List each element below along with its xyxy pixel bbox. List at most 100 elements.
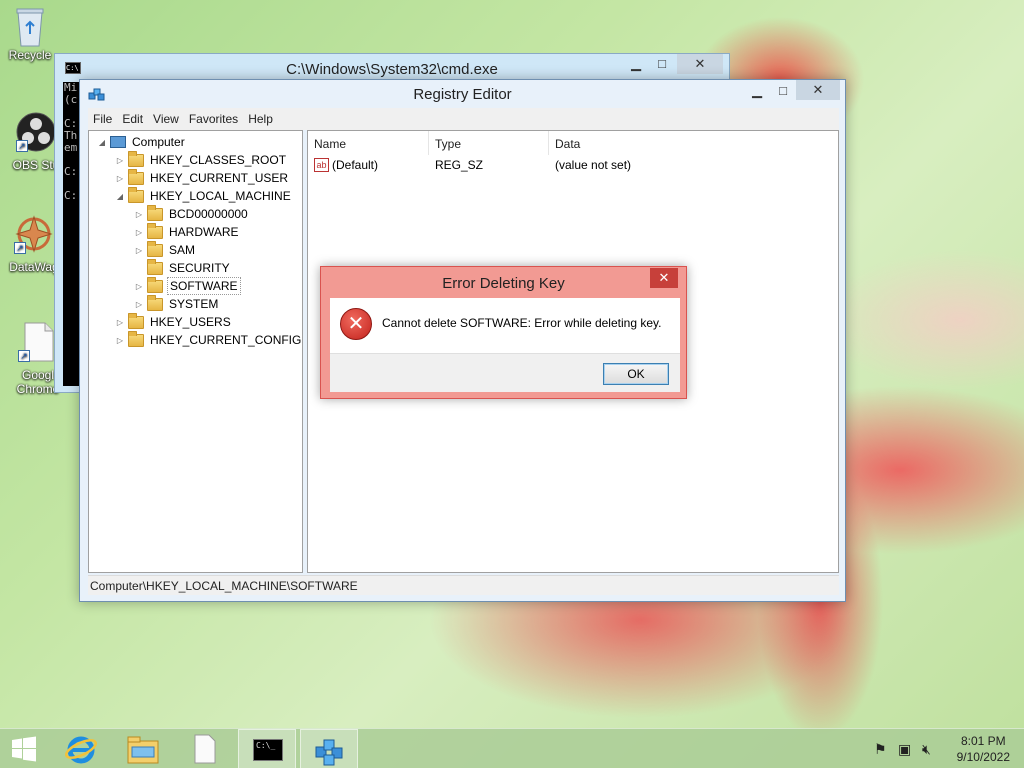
tree-node-software[interactable]: ▷ SOFTWARE — [134, 276, 241, 295]
value-name: (Default) — [332, 158, 379, 172]
string-value-icon: ab — [314, 158, 329, 172]
shortcut-arrow-icon: ↗ — [16, 140, 28, 152]
column-header-name[interactable]: Name — [308, 131, 429, 155]
tree-label: SYSTEM — [169, 297, 219, 311]
dialog-content: ✕ Cannot delete SOFTWARE: Error while de… — [330, 298, 680, 353]
blank-app-button[interactable] — [176, 729, 234, 768]
clock-time: 8:01 PM — [960, 734, 1006, 748]
tree-label: HKEY_CLASSES_ROOT — [150, 153, 287, 167]
open-folder-icon — [128, 186, 144, 203]
menu-edit[interactable]: Edit — [117, 108, 148, 126]
volume-muted-icon[interactable]: 🔇︎ — [922, 741, 931, 758]
status-bar: Computer\HKEY_LOCAL_MACHINE\SOFTWARE — [88, 575, 839, 595]
regedit-maximize-button[interactable]: □ — [770, 83, 796, 103]
folder-icon — [128, 330, 144, 347]
datawagon-logo: ↗ — [14, 214, 54, 254]
cmd-close-button[interactable]: ✕ — [677, 54, 723, 74]
ok-button[interactable]: OK — [603, 363, 669, 385]
tree-label: HKEY_USERS — [150, 315, 231, 329]
recycle-bin-label: Recycle — [8, 48, 52, 62]
expand-arrow-icon[interactable]: ▷ — [134, 246, 144, 255]
status-path: Computer\HKEY_LOCAL_MACHINE\SOFTWARE — [90, 579, 358, 593]
expand-arrow-icon[interactable]: ▷ — [134, 300, 144, 309]
tree-node-hku[interactable]: ▷ HKEY_USERS — [115, 312, 233, 331]
tree-node-hkcc[interactable]: ▷ HKEY_CURRENT_CONFIG — [115, 330, 302, 349]
menu-help[interactable]: Help — [243, 108, 278, 126]
cmd-taskbar-button[interactable]: C:\_ — [238, 729, 296, 768]
expand-arrow-icon[interactable]: ▷ — [134, 210, 144, 219]
regedit-minimize-button[interactable]: ▁ — [744, 83, 770, 103]
menu-favorites[interactable]: Favorites — [184, 108, 243, 126]
tree-label: HKEY_CURRENT_USER — [150, 171, 289, 185]
error-icon: ✕ — [340, 308, 372, 340]
folder-icon — [147, 222, 163, 239]
tree-node-bcd[interactable]: ▷ BCD00000000 — [134, 204, 250, 223]
recycle-bin-image — [10, 6, 50, 47]
folder-icon — [128, 312, 144, 329]
tree-label: BCD00000000 — [169, 207, 248, 221]
value-type: REG_SZ — [435, 158, 484, 172]
tree-label: SAM — [169, 243, 196, 257]
table-row[interactable]: ab (Default) REG_SZ (value not set) — [314, 157, 834, 175]
file-explorer-button[interactable] — [114, 729, 172, 768]
regedit-taskbar-button[interactable] — [300, 729, 358, 768]
tree-node-sam[interactable]: ▷ SAM — [134, 240, 197, 259]
cmd-titlebar[interactable]: C:\ C:\Windows\System32\cmd.exe ▁ □ ✕ — [55, 54, 729, 82]
folder-icon — [128, 168, 144, 185]
tree-label: Computer — [132, 135, 185, 149]
recycle-bin-icon[interactable]: Recycle — [0, 6, 62, 62]
windows-logo-icon — [12, 736, 36, 762]
error-message: Cannot delete SOFTWARE: Error while dele… — [382, 316, 662, 330]
tree-node-hkcu[interactable]: ▷ HKEY_CURRENT_USER — [115, 168, 290, 187]
collapse-arrow-icon[interactable]: ◢ — [115, 192, 125, 201]
regedit-titlebar[interactable]: Registry Editor ▁ □ ✕ — [80, 80, 845, 108]
expand-arrow-icon[interactable]: ▷ — [115, 336, 125, 345]
taskbar: C:\_ ⚑ ▣ 🔇︎ 8:01 PM 9/10/2022 — [0, 728, 1024, 768]
file-explorer-icon — [127, 736, 159, 764]
dialog-title: Error Deleting Key — [442, 275, 565, 292]
expand-arrow-icon[interactable]: ▷ — [134, 282, 144, 291]
column-header-data[interactable]: Data — [549, 131, 838, 155]
computer-icon — [110, 136, 126, 148]
folder-icon — [147, 294, 163, 311]
menu-bar: File Edit View Favorites Help — [88, 108, 839, 130]
shortcut-arrow-icon: ↗ — [14, 242, 26, 254]
collapse-arrow-icon[interactable]: ◢ — [97, 138, 107, 147]
action-center-flag-icon[interactable]: ⚑ — [874, 741, 887, 758]
value-data: (value not set) — [555, 158, 632, 172]
start-button[interactable] — [0, 729, 48, 768]
folder-icon — [128, 150, 144, 167]
expand-arrow-icon[interactable]: ▷ — [115, 174, 125, 183]
blank-document-icon — [194, 734, 216, 764]
cmd-taskbar-icon: C:\_ — [253, 739, 283, 761]
folder-icon — [147, 276, 163, 293]
clock[interactable]: 8:01 PM 9/10/2022 — [957, 733, 1010, 765]
regedit-close-button[interactable]: ✕ — [796, 80, 840, 100]
regedit-icon — [315, 739, 343, 766]
tree-node-hardware[interactable]: ▷ HARDWARE — [134, 222, 241, 241]
cmd-maximize-button[interactable]: □ — [649, 56, 675, 76]
menu-view[interactable]: View — [148, 108, 184, 126]
tree-label: HKEY_CURRENT_CONFIG — [150, 333, 302, 347]
tree-label: HARDWARE — [169, 225, 239, 239]
expand-arrow-icon[interactable]: ▷ — [134, 228, 144, 237]
dialog-close-button[interactable]: ✕ — [650, 268, 678, 288]
menu-file[interactable]: File — [88, 108, 117, 126]
expand-arrow-icon[interactable]: ▷ — [115, 156, 125, 165]
tree-node-computer[interactable]: ◢ Computer — [97, 133, 187, 151]
cmd-minimize-button[interactable]: ▁ — [623, 56, 649, 76]
tree-node-security[interactable]: SECURITY — [134, 258, 232, 277]
clock-date: 9/10/2022 — [956, 750, 1010, 764]
tree-node-system[interactable]: ▷ SYSTEM — [134, 294, 220, 313]
tree-label-selected: SOFTWARE — [167, 277, 241, 295]
tree-node-hkcr[interactable]: ▷ HKEY_CLASSES_ROOT — [115, 150, 288, 169]
registry-tree[interactable]: ◢ Computer ▷ HKEY_CLASSES_ROOT ▷ HKEY_CU… — [88, 130, 303, 573]
expand-arrow-icon[interactable]: ▷ — [115, 318, 125, 327]
internet-explorer-button[interactable] — [52, 729, 110, 768]
tree-node-hklm[interactable]: ◢ HKEY_LOCAL_MACHINE — [115, 186, 293, 205]
dialog-footer: OK — [330, 353, 680, 392]
network-icon[interactable]: ▣ — [898, 741, 911, 758]
internet-explorer-icon — [65, 736, 97, 764]
error-dialog[interactable]: Error Deleting Key ✕ ✕ Cannot delete SOF… — [320, 266, 687, 399]
column-header-type[interactable]: Type — [429, 131, 549, 155]
